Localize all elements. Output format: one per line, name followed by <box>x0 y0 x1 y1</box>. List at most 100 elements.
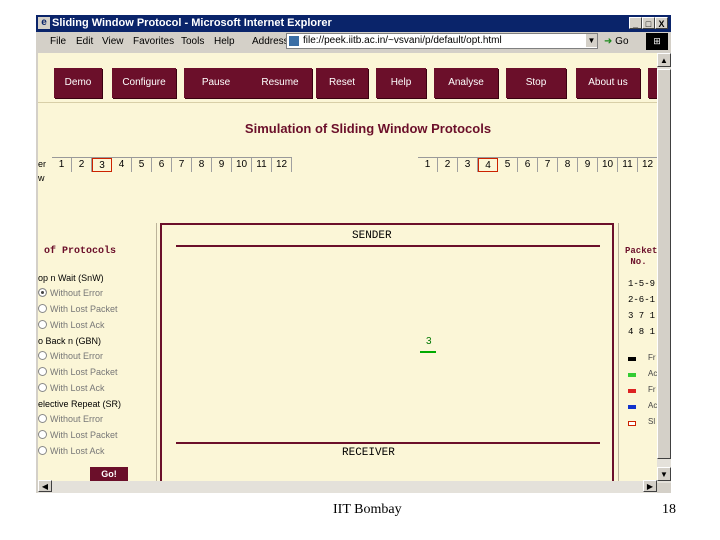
radio-button[interactable] <box>38 304 47 313</box>
scroll-up-icon[interactable]: ▲ <box>657 53 671 67</box>
protocol-option[interactable]: With Lost Packet <box>38 304 118 314</box>
receiver-line <box>176 442 600 444</box>
stop-button[interactable]: Stop <box>506 68 566 98</box>
protocol-option[interactable]: With Lost Packet <box>38 430 118 440</box>
right-divider <box>618 223 619 483</box>
protocol-option-label: With Lost Packet <box>50 304 118 314</box>
title-bar: e Sliding Window Protocol - Microsoft In… <box>36 15 671 32</box>
minimize-button[interactable]: _ <box>629 17 642 29</box>
scroll-right-icon[interactable]: ▶ <box>643 480 657 492</box>
sender-seq-cell: 1 <box>52 158 72 172</box>
protocol-option-label: With Lost Ack <box>50 320 105 330</box>
protocol-group-label: o Back n (GBN) <box>38 336 102 346</box>
about-us-button[interactable]: About us <box>576 68 640 98</box>
slide-number: 18 <box>662 502 676 517</box>
windows-logo-icon: ⊞ <box>646 33 668 50</box>
protocols-heading: of Protocols <box>44 246 117 257</box>
go-protocol-button[interactable]: Go! <box>90 467 128 481</box>
receiver-seq-cell: 6 <box>518 158 538 172</box>
protocol-option-label: Without Error <box>50 288 104 298</box>
radio-button[interactable] <box>38 351 47 360</box>
sender-seq-cell: 12 <box>272 158 292 172</box>
help-button[interactable]: Help <box>376 68 426 98</box>
vertical-scrollbar[interactable]: ▲ ▼ <box>657 53 671 483</box>
receiver-seq-cell: 10 <box>598 158 618 172</box>
ie-icon: e <box>38 17 50 29</box>
protocol-option[interactable]: With Lost Packet <box>38 367 118 377</box>
protocol-option[interactable]: Without Error <box>38 351 103 361</box>
packet-seq-row: 1-5-9 <box>628 279 656 289</box>
legend-swatch <box>628 357 636 361</box>
receiver-seq-cell: 4 <box>478 158 498 172</box>
sender-seq-cell: 8 <box>192 158 212 172</box>
protocol-option[interactable]: With Lost Ack <box>38 383 105 393</box>
radio-button[interactable] <box>38 446 47 455</box>
receiver-seq-cell: 12 <box>638 158 658 172</box>
address-input[interactable]: file://peek.iitb.ac.in/~vsvani/p/default… <box>286 33 598 49</box>
radio-button[interactable] <box>38 320 47 329</box>
sender-seq-cell: 2 <box>72 158 92 172</box>
address-label: Address <box>252 36 289 47</box>
sender-seq-label2: w <box>38 173 45 183</box>
protocol-option-label: With Lost Ack <box>50 446 105 456</box>
menu-tools[interactable]: Tools <box>181 36 204 47</box>
menu-help[interactable]: Help <box>214 36 235 47</box>
receiver-seq-cell: 9 <box>578 158 598 172</box>
radio-button[interactable] <box>38 430 47 439</box>
menu-edit[interactable]: Edit <box>76 36 93 47</box>
scroll-left-icon[interactable]: ◀ <box>38 480 52 492</box>
receiver-seq-cell: 3 <box>458 158 478 172</box>
receiver-label: RECEIVER <box>342 447 395 459</box>
sender-seq-cell: 7 <box>172 158 192 172</box>
maximize-button[interactable]: □ <box>642 17 655 29</box>
radio-button[interactable] <box>38 288 47 297</box>
packet-number: 3 <box>426 336 432 347</box>
resume-button[interactable]: Resume <box>248 68 312 98</box>
divider <box>38 102 658 103</box>
demo-button[interactable]: Demo <box>54 68 102 98</box>
packet-seq-row: 2-6-1 <box>628 295 656 305</box>
protocol-option[interactable]: With Lost Ack <box>38 320 105 330</box>
protocol-option[interactable]: With Lost Ack <box>38 446 105 456</box>
menu-view[interactable]: View <box>102 36 124 47</box>
radio-button[interactable] <box>38 414 47 423</box>
protocol-option[interactable]: Without Error <box>38 288 103 298</box>
protocol-group-label: elective Repeat (SR) <box>38 399 122 409</box>
sender-seq-label: er <box>38 159 47 169</box>
sender-line <box>176 245 600 247</box>
receiver-seq-cell: 2 <box>438 158 458 172</box>
sender-seq-cell: 6 <box>152 158 172 172</box>
sender-seq-cell: 5 <box>132 158 152 172</box>
analyse-button[interactable]: Analyse <box>434 68 498 98</box>
scroll-down-icon[interactable]: ▼ <box>657 467 671 481</box>
radio-button[interactable] <box>38 367 47 376</box>
reset-button[interactable]: Reset <box>316 68 368 98</box>
protocol-option[interactable]: Without Error <box>38 414 103 424</box>
horizontal-scrollbar[interactable]: ◀ ▶ <box>38 480 657 493</box>
protocol-option-label: Without Error <box>50 414 104 424</box>
pause-button[interactable]: Pause <box>184 68 248 98</box>
packet-seq-row: 4 8 1 <box>628 327 656 337</box>
packet-marker <box>420 351 436 353</box>
page-icon <box>289 36 299 46</box>
legend-label: Ac <box>648 369 658 378</box>
web-page: Demo Configure Pause Resume Reset Help A… <box>38 53 658 483</box>
scroll-thumb[interactable] <box>657 69 671 459</box>
configure-button[interactable]: Configure <box>112 68 176 98</box>
go-label: Go <box>615 36 629 47</box>
left-divider <box>156 223 157 483</box>
legend-swatch <box>628 389 636 393</box>
go-button[interactable]: ➜ Go <box>604 34 634 49</box>
nav-toolbar: Demo Configure Pause Resume Reset Help A… <box>38 53 658 101</box>
packet-no-heading: Packet No. <box>625 246 658 267</box>
radio-button[interactable] <box>38 383 47 392</box>
simulation-title: Simulation of Sliding Window Protocols <box>244 121 492 136</box>
receiver-seq-cell: 5 <box>498 158 518 172</box>
menu-file[interactable]: File <box>50 36 66 47</box>
protocol-option-label: With Lost Packet <box>50 430 118 440</box>
menu-favorites[interactable]: Favorites <box>133 36 174 47</box>
address-dropdown-icon[interactable]: ▼ <box>586 34 597 47</box>
receiver-seq-cell: 7 <box>538 158 558 172</box>
close-button[interactable]: X <box>655 17 668 29</box>
legend-label: Fr <box>648 353 656 362</box>
